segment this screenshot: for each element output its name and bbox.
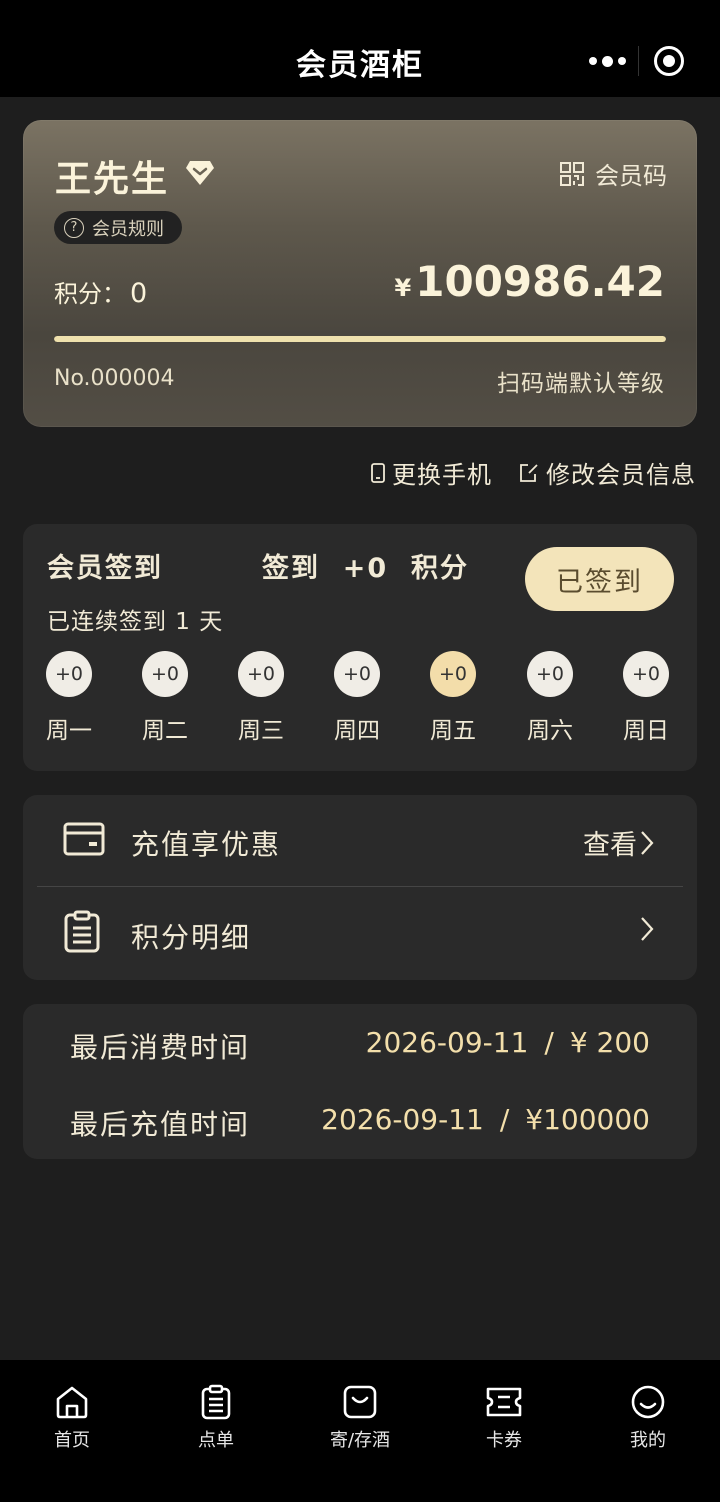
member-number: No.000004: [54, 366, 175, 391]
tab-order-label: 点单: [198, 1430, 234, 1451]
last-recharge-amount: ¥100000: [525, 1103, 650, 1136]
level-progress-fill: [54, 336, 666, 342]
chevron-right-icon: [641, 830, 654, 855]
top-nav-bar: 会员酒柜: [0, 0, 720, 97]
last-consume-label: 最后消费时间: [70, 1031, 251, 1064]
phone-icon: [371, 462, 385, 483]
points-display: 积分： 0: [54, 274, 147, 309]
recharge-view-link[interactable]: 查看: [583, 823, 655, 862]
day-points: +0: [142, 651, 188, 697]
clipboard-icon: [64, 910, 100, 953]
points-detail-label: 积分明细: [131, 921, 252, 954]
change-phone-link[interactable]: 更换手机: [370, 455, 492, 490]
member-name: 王先生: [55, 159, 170, 200]
signin-panel: 会员签到 签到 +0 积分 已连续签到 1 天 已签到 +0 周一 +0 周二 …: [23, 524, 697, 771]
last-recharge-date: 2026-09-11: [321, 1103, 484, 1136]
edit-info-link[interactable]: 修改会员信息: [518, 455, 696, 490]
points-value: 0: [130, 278, 148, 309]
day-label: 周日: [623, 718, 669, 744]
signin-streak: 已连续签到 1 天: [47, 609, 224, 635]
tab-coupon-label: 卡券: [486, 1430, 522, 1451]
level-progress-bar: [54, 336, 666, 342]
member-code-button[interactable]: 会员码: [559, 156, 667, 191]
tab-storage[interactable]: 寄/存酒: [310, 1382, 410, 1452]
last-recharge-row: 最后充值时间 2026-09-11/¥100000: [70, 1103, 650, 1143]
day-label: 周三: [238, 718, 284, 744]
day-sunday: +0 周日: [616, 651, 676, 745]
day-saturday: +0 周六: [520, 651, 580, 745]
signin-title: 会员签到: [47, 553, 163, 584]
more-icon[interactable]: [576, 55, 638, 67]
points-detail-row[interactable]: 积分明细: [23, 888, 697, 980]
mini-program-capsule: [576, 38, 698, 84]
member-level: 扫码端默认等级: [497, 371, 665, 397]
day-tuesday: +0 周二: [135, 651, 195, 745]
coupon-icon: [486, 1387, 522, 1417]
chevron-right-icon: [641, 917, 654, 941]
last-consume-row: 最后消费时间 2026-09-11/¥ 200: [70, 1026, 650, 1066]
close-target-icon[interactable]: [639, 46, 698, 76]
tab-storage-label: 寄/存酒: [329, 1430, 391, 1451]
day-points: +0: [46, 651, 92, 697]
tab-order[interactable]: 点单: [166, 1382, 266, 1452]
recharge-view-label: 查看: [583, 830, 637, 861]
balance-display: ¥100986.42: [395, 257, 665, 306]
recharge-label: 充值享优惠: [131, 828, 282, 861]
edit-info-label: 修改会员信息: [546, 461, 696, 489]
tab-profile-label: 我的: [630, 1430, 666, 1451]
member-code-label: 会员码: [595, 162, 667, 190]
points-detail-chevron[interactable]: [639, 916, 655, 942]
balance-amount: 100986.42: [415, 257, 665, 306]
edit-icon: [520, 463, 538, 482]
last-consume-value: 2026-09-11/¥ 200: [365, 1026, 650, 1059]
day-label: 周一: [46, 718, 92, 744]
member-card: 王先生 会员码 ? 会员规则 积分： 0 ¥100986.42 No.000004…: [23, 120, 697, 427]
diamond-icon: [186, 161, 214, 185]
day-points-today: +0: [430, 651, 476, 697]
profile-icon: [631, 1385, 665, 1419]
day-label: 周四: [334, 718, 380, 744]
last-consume-date: 2026-09-11: [365, 1026, 529, 1059]
day-thursday: +0 周四: [327, 651, 387, 745]
day-points: +0: [527, 651, 573, 697]
day-points: +0: [238, 651, 284, 697]
storage-icon: [343, 1385, 377, 1419]
tab-home[interactable]: 首页: [22, 1382, 122, 1452]
menu-divider: [37, 886, 683, 887]
day-wednesday: +0 周三: [231, 651, 291, 745]
signin-reward: 签到 +0 积分: [262, 553, 470, 584]
member-rules-label: 会员规则: [92, 218, 164, 240]
wallet-card-icon: [63, 822, 105, 856]
account-links: 更换手机 修改会员信息: [370, 455, 696, 490]
last-activity-panel: 最后消费时间 2026-09-11/¥ 200 最后充值时间 2026-09-1…: [23, 1004, 697, 1159]
bottom-tab-bar: 首页 点单 寄/存酒 卡券 我的: [0, 1360, 720, 1502]
member-rules-button[interactable]: ? 会员规则: [54, 211, 182, 244]
tab-home-label: 首页: [54, 1430, 90, 1451]
menu-panel: 充值享优惠 查看 积分明细: [23, 795, 697, 980]
day-label: 周五: [430, 718, 476, 744]
home-icon: [56, 1386, 88, 1419]
tab-coupon[interactable]: 卡券: [454, 1382, 554, 1452]
last-consume-amount: ¥ 200: [569, 1026, 650, 1059]
day-label: 周二: [142, 718, 188, 744]
signed-in-button[interactable]: 已签到: [525, 547, 674, 611]
day-friday: +0 周五: [423, 651, 483, 745]
day-label: 周六: [527, 718, 573, 744]
day-points: +0: [623, 651, 669, 697]
order-icon: [201, 1384, 231, 1420]
tab-profile[interactable]: 我的: [598, 1382, 698, 1452]
last-recharge-value: 2026-09-11/¥100000: [321, 1103, 650, 1136]
currency-symbol: ¥: [394, 274, 412, 302]
qr-code-icon: [560, 161, 584, 186]
recharge-row[interactable]: 充值享优惠 查看: [23, 795, 697, 887]
points-label: 积分：: [54, 280, 126, 308]
last-recharge-label: 最后充值时间: [70, 1108, 251, 1141]
question-icon: ?: [64, 217, 84, 238]
change-phone-label: 更换手机: [392, 461, 492, 489]
day-monday: +0 周一: [39, 651, 99, 745]
day-points: +0: [334, 651, 380, 697]
